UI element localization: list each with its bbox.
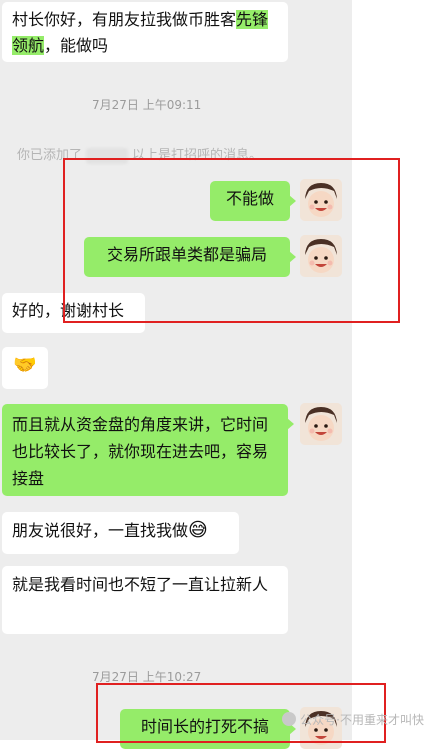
annotation-box [63, 158, 400, 323]
watermark: 公众号·不用重来才叫快 [282, 711, 424, 728]
wechat-icon [282, 712, 297, 726]
handshake-icon: 🤝 [13, 354, 37, 376]
message-text: 朋友说很好，一直找我做 [12, 521, 189, 540]
avatar[interactable] [300, 403, 342, 445]
timestamp: 7月27日 上午09:11 [92, 98, 202, 112]
message-bubble-incoming[interactable]: 🤝 [2, 347, 48, 389]
avatar-face-icon [300, 403, 342, 445]
message-bubble-incoming[interactable]: 村长你好，有朋友拉我做币胜客先锋领航，能做吗 [2, 2, 288, 62]
message-text: 村长你好，有朋友拉我做币胜客 [12, 10, 237, 29]
message-bubble-incoming[interactable]: 朋友说很好，一直找我做😅 [2, 512, 239, 554]
message-text: 而且就从资金盘的角度来讲，它时间也比较长了，就你现在进去吧，容易接盘 [12, 415, 269, 488]
message-text: 就是我看时间也不短了一直让拉新人 [12, 575, 269, 594]
message-bubble-incoming[interactable]: 就是我看时间也不短了一直让拉新人 [2, 566, 288, 634]
sweat-smile-icon: 😅 [188, 519, 208, 541]
message-bubble-outgoing[interactable]: 而且就从资金盘的角度来讲，它时间也比较长了，就你现在进去吧，容易接盘 [2, 404, 294, 496]
message-text: ，能做吗 [44, 36, 109, 55]
